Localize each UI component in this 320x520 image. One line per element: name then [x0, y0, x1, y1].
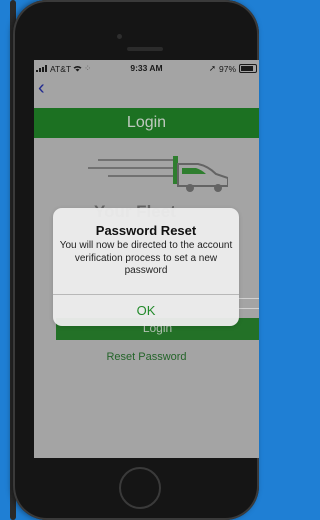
alert-ok-button[interactable]: OK	[53, 295, 239, 326]
app-screen: AT&T ⁘ 9:33 AM ➚ 97% ‹ Login Your Fleet …	[34, 60, 259, 458]
home-button[interactable]	[119, 467, 161, 509]
earpiece-speaker	[127, 47, 163, 51]
alert-message: You will now be directed to the account …	[59, 240, 233, 276]
password-reset-alert: Password Reset You will now be directed …	[53, 208, 239, 326]
alert-title: Password Reset	[95, 223, 197, 238]
front-camera	[117, 34, 122, 39]
